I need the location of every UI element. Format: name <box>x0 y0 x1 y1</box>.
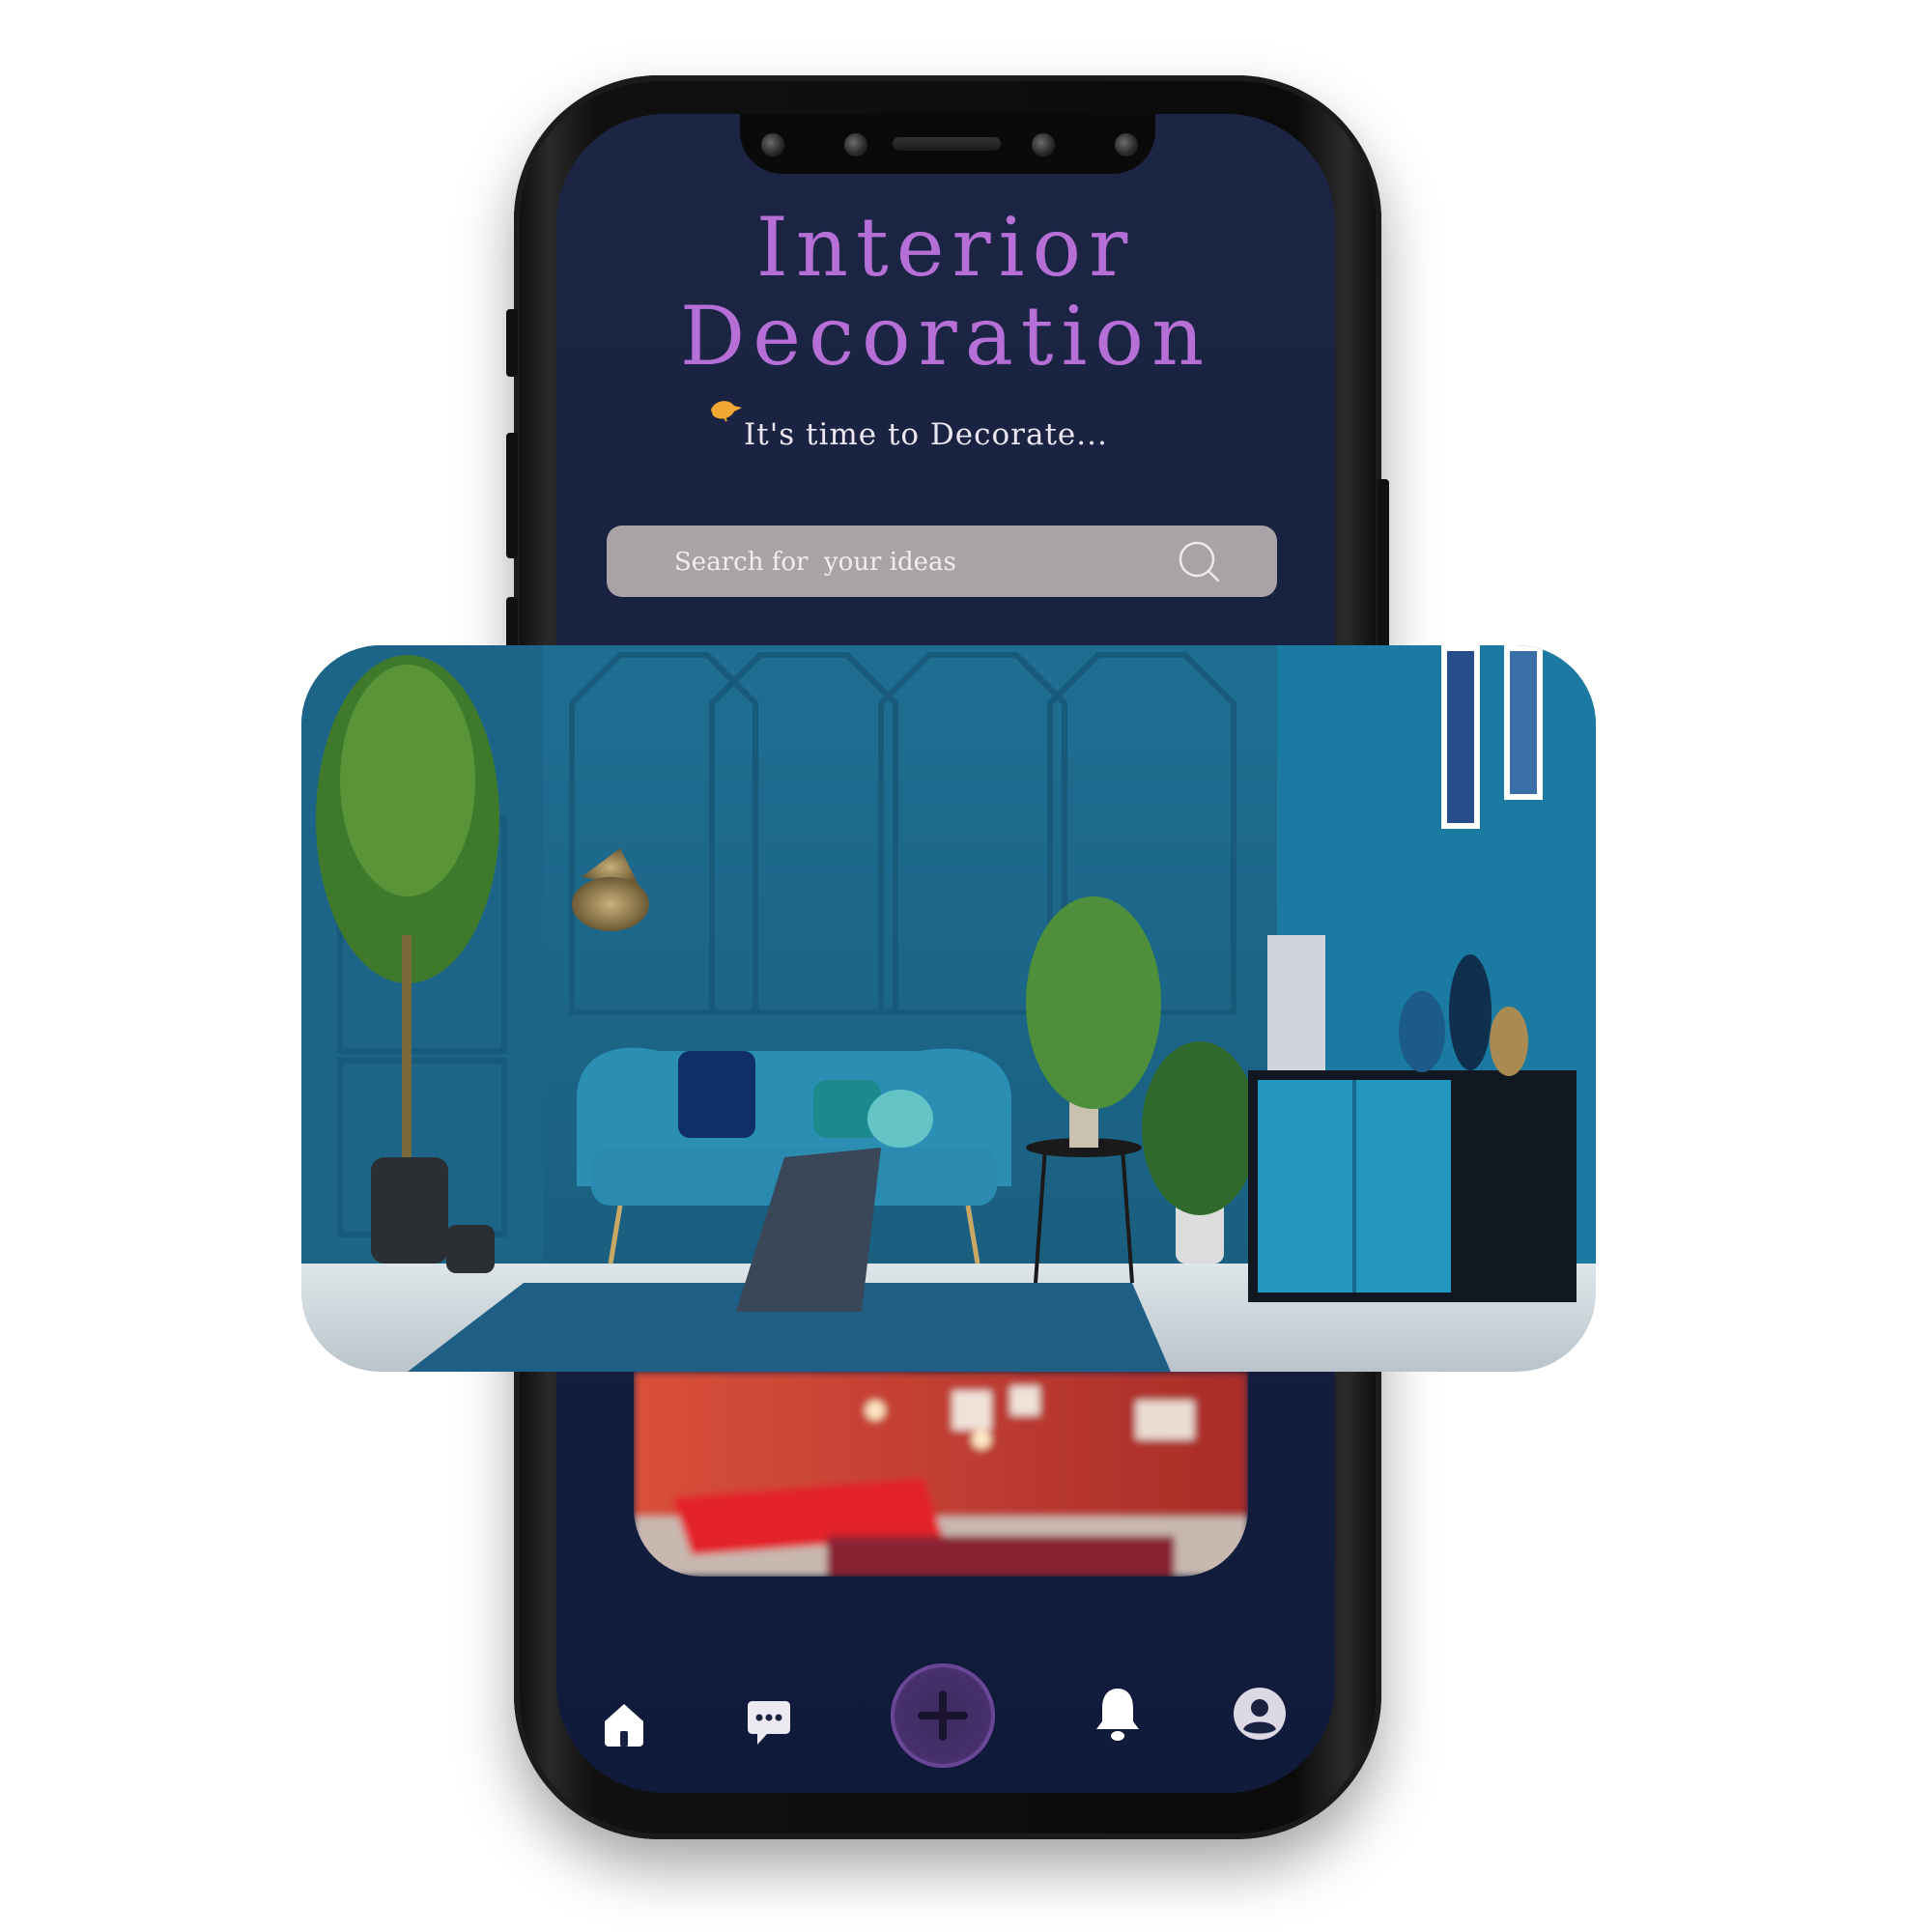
home-icon[interactable] <box>597 1696 651 1750</box>
volume-up-button <box>506 433 518 558</box>
earpiece-speaker <box>893 137 1001 151</box>
mockup-stage: Interior Decoration It's time to Decorat… <box>0 0 1932 1932</box>
chat-icon[interactable] <box>742 1696 796 1750</box>
tagline-text: It's time to Decorate... <box>744 417 1108 452</box>
plus-icon <box>918 1690 968 1741</box>
mute-switch <box>506 309 518 377</box>
sensor-icon <box>844 133 867 156</box>
front-camera-icon <box>1032 133 1055 156</box>
app-title: Interior Decoration <box>556 203 1335 381</box>
app-title-line2: Decoration <box>679 289 1212 384</box>
featured-room-image[interactable] <box>301 645 1596 1372</box>
phone-notch <box>740 114 1155 174</box>
sensor-icon <box>1115 133 1138 156</box>
app-title-line1: Interior <box>755 200 1136 295</box>
bird-icon <box>711 401 742 422</box>
search-input[interactable] <box>607 526 1256 599</box>
add-button[interactable] <box>891 1663 995 1768</box>
sensor-icon <box>761 133 784 156</box>
bell-icon[interactable] <box>1090 1683 1146 1745</box>
profile-icon[interactable] <box>1231 1685 1289 1743</box>
power-button <box>1378 479 1389 672</box>
tagline: It's time to Decorate... <box>744 413 1188 462</box>
secondary-room-image[interactable] <box>634 1372 1248 1577</box>
search-icon[interactable] <box>1177 539 1223 585</box>
